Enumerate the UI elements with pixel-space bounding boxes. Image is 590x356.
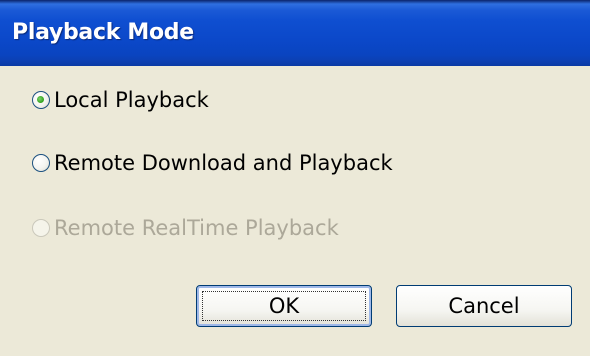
radio-label-remote-realtime-playback: Remote RealTime Playback <box>54 216 339 240</box>
radio-label-remote-download-playback[interactable]: Remote Download and Playback <box>54 151 393 175</box>
radio-remote-realtime-playback: Remote RealTime Playback <box>32 213 339 243</box>
cancel-button[interactable]: Cancel <box>396 285 572 327</box>
ok-button[interactable]: OK <box>196 285 372 327</box>
playback-mode-dialog: Playback Mode Local Playback Remote Down… <box>0 0 590 356</box>
title-bar[interactable]: Playback Mode <box>0 0 590 66</box>
radio-button-icon <box>32 219 50 237</box>
window-title: Playback Mode <box>12 20 194 45</box>
radio-button-icon[interactable] <box>32 91 50 109</box>
radio-remote-download-playback[interactable]: Remote Download and Playback <box>32 148 393 178</box>
radio-button-icon[interactable] <box>32 154 50 172</box>
cancel-button-label: Cancel <box>448 294 520 318</box>
radio-local-playback[interactable]: Local Playback <box>32 85 209 115</box>
radio-label-local-playback[interactable]: Local Playback <box>54 88 209 112</box>
ok-button-label: OK <box>268 294 300 318</box>
